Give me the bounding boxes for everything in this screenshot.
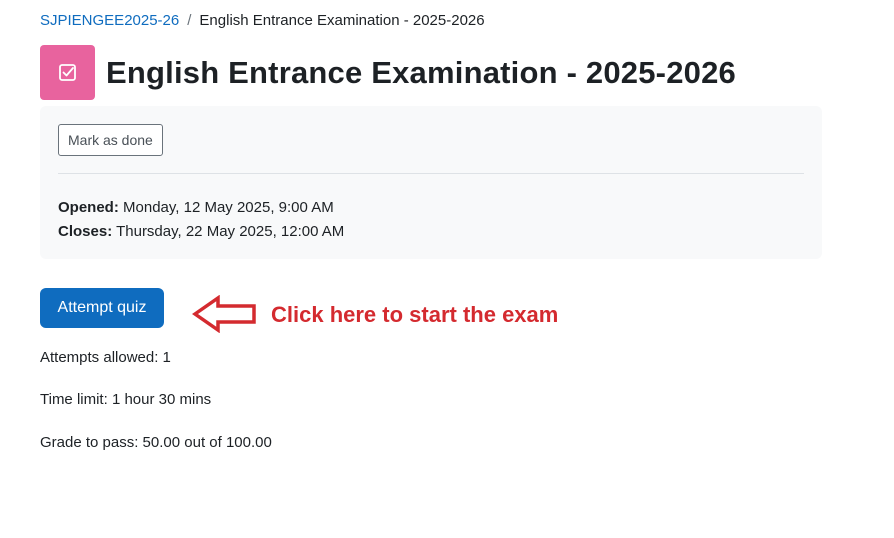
opened-label: Opened: xyxy=(58,199,119,216)
left-arrow-icon xyxy=(192,295,256,333)
breadcrumb-separator: / xyxy=(187,12,192,29)
closes-date-row: Closes: Thursday, 22 May 2025, 12:00 AM xyxy=(58,220,344,244)
page-header: English Entrance Examination - 2025-2026 xyxy=(40,45,736,100)
time-limit: Time limit: 1 hour 30 mins xyxy=(40,391,212,408)
activity-info-panel: Mark as done Opened: Monday, 12 May 2025… xyxy=(40,106,822,259)
activity-dates: Opened: Monday, 12 May 2025, 9:00 AM Clo… xyxy=(58,196,344,244)
attempts-allowed: Attempts allowed: 1 xyxy=(40,349,171,366)
closes-value: Thursday, 22 May 2025, 12:00 AM xyxy=(116,223,345,240)
breadcrumb-current: English Entrance Examination - 2025-2026 xyxy=(199,12,485,29)
closes-label: Closes: xyxy=(58,223,113,240)
divider xyxy=(58,173,804,174)
attempt-quiz-button[interactable]: Attempt quiz xyxy=(40,288,164,328)
breadcrumb: SJPIENGEE2025-26 / English Entrance Exam… xyxy=(40,12,485,29)
breadcrumb-course-link[interactable]: SJPIENGEE2025-26 xyxy=(40,12,179,29)
opened-value: Monday, 12 May 2025, 9:00 AM xyxy=(123,199,334,216)
opened-date-row: Opened: Monday, 12 May 2025, 9:00 AM xyxy=(58,196,344,220)
quiz-checkbox-icon xyxy=(40,45,95,100)
annotation-instruction: Click here to start the exam xyxy=(271,302,559,327)
grade-to-pass: Grade to pass: 50.00 out of 100.00 xyxy=(40,434,272,451)
mark-as-done-button[interactable]: Mark as done xyxy=(58,124,163,156)
page-title: English Entrance Examination - 2025-2026 xyxy=(106,54,736,90)
